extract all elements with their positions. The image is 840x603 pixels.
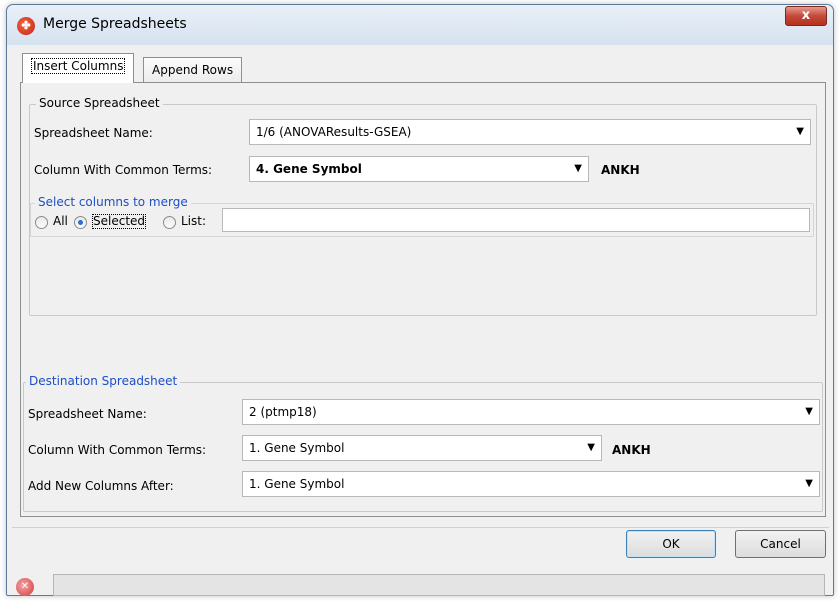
status-bar bbox=[53, 574, 825, 596]
ok-button[interactable]: OK bbox=[626, 530, 716, 558]
tab-append-rows-label: Append Rows bbox=[152, 63, 234, 77]
title-bar: ✤ Merge Spreadsheets x bbox=[7, 5, 833, 45]
dialog-content: Insert Columns Append Rows Source Spread… bbox=[12, 45, 829, 591]
destination-group-legend: Destination Spreadsheet bbox=[26, 374, 181, 388]
dest-common-terms-example: ANKH bbox=[612, 443, 651, 457]
radio-list[interactable] bbox=[163, 216, 176, 229]
radio-selected-label: Selected bbox=[92, 214, 147, 229]
add-new-columns-after-label: Add New Columns After: bbox=[28, 479, 174, 493]
error-icon: ✕ bbox=[16, 578, 34, 596]
close-button[interactable]: x bbox=[785, 6, 827, 26]
source-common-terms-select[interactable]: 4. Gene Symbol ▼ bbox=[249, 156, 589, 182]
tab-insert-columns[interactable]: Insert Columns bbox=[22, 53, 135, 83]
chevron-down-icon: ▼ bbox=[574, 163, 582, 174]
cancel-button[interactable]: Cancel bbox=[735, 530, 826, 558]
dest-spreadsheet-name-value: 2 (ptmp18) bbox=[249, 405, 317, 419]
source-common-terms-example: ANKH bbox=[601, 163, 640, 177]
dest-spreadsheet-name-label: Spreadsheet Name: bbox=[28, 407, 147, 421]
dest-spreadsheet-name-select[interactable]: 2 (ptmp18) ▼ bbox=[242, 399, 820, 425]
destination-spreadsheet-group: Destination Spreadsheet Spreadsheet Name… bbox=[23, 374, 823, 512]
source-spreadsheet-name-label: Spreadsheet Name: bbox=[34, 126, 153, 140]
radio-list-label: List: bbox=[181, 214, 207, 228]
radio-all[interactable] bbox=[35, 216, 48, 229]
source-common-terms-label: Column With Common Terms: bbox=[34, 163, 213, 177]
chevron-down-icon: ▼ bbox=[805, 406, 813, 417]
dest-common-terms-select[interactable]: 1. Gene Symbol ▼ bbox=[242, 435, 602, 461]
window-title: Merge Spreadsheets bbox=[43, 16, 187, 32]
dest-common-terms-value: 1. Gene Symbol bbox=[249, 441, 345, 455]
source-spreadsheet-name-select[interactable]: 1/6 (ANOVAResults-GSEA) ▼ bbox=[249, 119, 811, 145]
chevron-down-icon: ▼ bbox=[796, 126, 804, 137]
add-new-columns-after-value: 1. Gene Symbol bbox=[249, 477, 345, 491]
select-columns-group: Select columns to merge All Selected Lis… bbox=[30, 195, 814, 237]
merge-spreadsheets-dialog: ✤ Merge Spreadsheets x Insert Columns Ap… bbox=[6, 4, 834, 596]
list-input[interactable] bbox=[222, 208, 810, 232]
radio-selected[interactable] bbox=[74, 216, 87, 229]
source-common-terms-value: 4. Gene Symbol bbox=[256, 162, 362, 176]
chevron-down-icon: ▼ bbox=[587, 442, 595, 453]
separator bbox=[12, 527, 829, 528]
dest-common-terms-label: Column With Common Terms: bbox=[28, 443, 207, 457]
add-new-columns-after-select[interactable]: 1. Gene Symbol ▼ bbox=[242, 471, 820, 497]
tab-append-rows[interactable]: Append Rows bbox=[143, 57, 243, 83]
select-columns-legend: Select columns to merge bbox=[35, 195, 191, 209]
chevron-down-icon: ▼ bbox=[805, 478, 813, 489]
source-group-legend: Source Spreadsheet bbox=[36, 96, 163, 110]
tab-insert-columns-label: Insert Columns bbox=[31, 58, 126, 74]
source-spreadsheet-group: Source Spreadsheet Spreadsheet Name: 1/6… bbox=[29, 96, 817, 316]
source-spreadsheet-name-value: 1/6 (ANOVAResults-GSEA) bbox=[256, 125, 412, 139]
app-logo-icon: ✤ bbox=[17, 17, 35, 35]
insert-columns-panel: Source Spreadsheet Spreadsheet Name: 1/6… bbox=[20, 82, 826, 517]
radio-all-label: All bbox=[53, 214, 68, 228]
